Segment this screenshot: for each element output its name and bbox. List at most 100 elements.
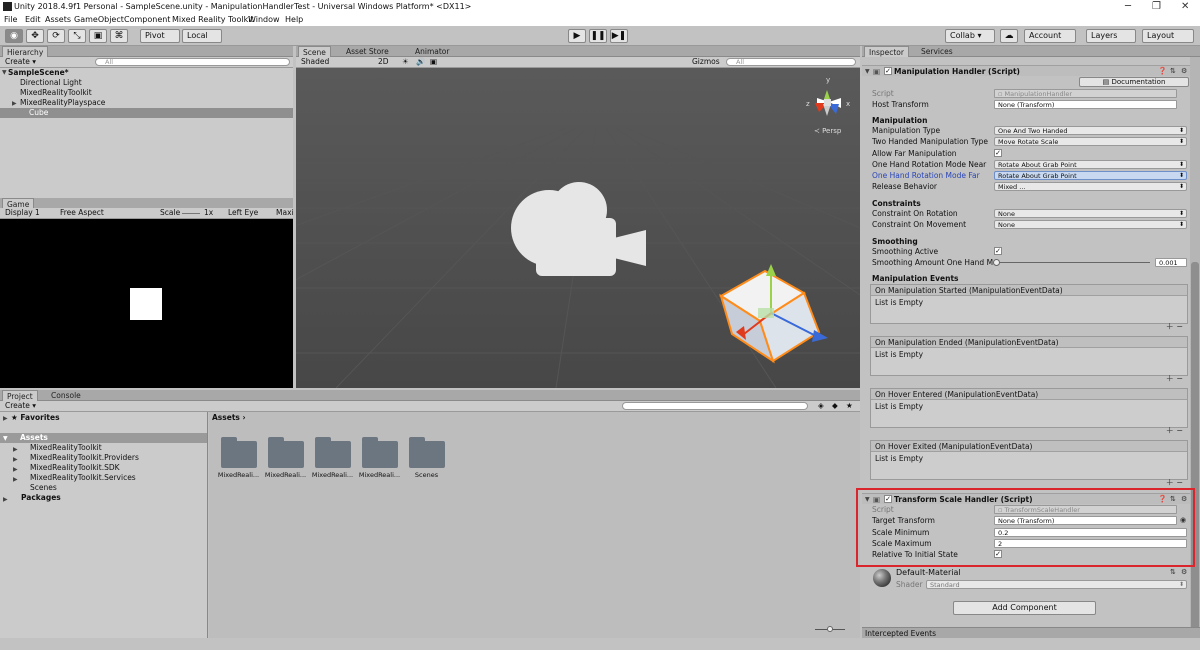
two-handed-type-dropdown[interactable]: Move Rotate Scale [994, 137, 1187, 146]
local-toggle[interactable]: Local [182, 29, 222, 43]
expand-icon[interactable]: ▶ [13, 456, 18, 463]
folder-mrtk-sdk[interactable]: MixedRealityToolkit.SDK [30, 463, 120, 473]
menu-window[interactable]: Window [248, 15, 280, 24]
expand-icon[interactable]: ▶ [12, 100, 17, 107]
left-eye-dropdown[interactable]: Left Eye [228, 208, 258, 218]
release-behavior-dropdown[interactable]: Mixed ... [994, 182, 1187, 191]
manipulation-handler-header[interactable]: ▼ ▣ ✓ Manipulation Handler (Script) ❓ ⇅ … [862, 65, 1190, 76]
menu-component[interactable]: Component [124, 15, 170, 24]
menu-file[interactable]: File [4, 15, 17, 24]
view-tool-icon[interactable]: ◉ [5, 29, 23, 43]
add-remove-icons[interactable]: ＋ − [1166, 321, 1183, 332]
maximize-button[interactable]: ❐ [1152, 1, 1161, 12]
transform-tool-icon[interactable]: ⌘ [110, 29, 128, 43]
tab-console[interactable]: Console [47, 390, 85, 401]
preset-icon[interactable]: ⇅ [1170, 67, 1176, 75]
step-button[interactable]: ▶❚ [610, 29, 628, 43]
folder-mrtk-providers[interactable]: MixedRealityToolkit.Providers [30, 453, 139, 463]
expand-icon[interactable]: ▼ [3, 435, 8, 442]
hierarchy-item-directional-light[interactable]: Directional Light [20, 78, 82, 88]
pivot-toggle[interactable]: Pivot [140, 29, 180, 43]
icon-size-slider-thumb[interactable] [827, 626, 833, 632]
rect-tool-icon[interactable]: ▣ [89, 29, 107, 43]
smoothing-amount-field[interactable]: 0.001 [1155, 258, 1187, 267]
hierarchy-search-input[interactable]: All [95, 58, 290, 66]
add-component-button[interactable]: Add Component [953, 601, 1096, 615]
expand-icon[interactable]: ▼ [2, 68, 7, 78]
allow-far-checkbox[interactable]: ✓ [994, 149, 1002, 157]
scale-tool-icon[interactable]: ⤡ [68, 29, 86, 43]
smoothing-amount-slider[interactable] [996, 262, 1150, 263]
assets-folder[interactable]: Assets [0, 433, 207, 443]
project-search-input[interactable] [622, 402, 808, 410]
manipulation-type-dropdown[interactable]: One And Two Handed [994, 126, 1187, 135]
project-create-button[interactable]: Create ▾ [5, 401, 36, 411]
favorites-folder[interactable]: ★ Favorites [11, 413, 60, 423]
layout-dropdown[interactable]: Layout [1142, 29, 1194, 43]
constraint-rotation-dropdown[interactable]: None [994, 209, 1187, 218]
collab-button[interactable]: Collab ▾ [945, 29, 995, 43]
documentation-button[interactable]: ▤ Documentation [1079, 77, 1189, 87]
tab-scene[interactable]: Scene [298, 46, 331, 57]
2d-toggle[interactable]: 2D [378, 57, 389, 67]
constraint-movement-dropdown[interactable]: None [994, 220, 1187, 229]
lighting-icon[interactable]: ☀ [402, 57, 409, 67]
add-remove-icons[interactable]: ＋ − [1166, 425, 1183, 436]
gear-icon[interactable]: ⚙ [1181, 568, 1187, 576]
preset-icon[interactable]: ⇅ [1170, 568, 1176, 576]
breadcrumb[interactable]: Assets › [212, 413, 246, 423]
shading-dropdown[interactable]: Shaded [301, 57, 329, 67]
filter-type-icon[interactable]: ◈ [818, 401, 824, 411]
hierarchy-create-button[interactable]: Create ▾ [5, 57, 36, 67]
menu-mixed-reality-toolkit[interactable]: Mixed Reality Toolkit [172, 15, 254, 24]
game-view[interactable] [0, 219, 293, 388]
hierarchy-item-mrtk[interactable]: MixedRealityToolkit [20, 88, 92, 98]
rotation-near-dropdown[interactable]: Rotate About Grab Point [994, 160, 1187, 169]
asset-tile[interactable]: MixedReali... [310, 437, 355, 479]
asset-tile[interactable]: MixedReali... [357, 437, 402, 479]
host-transform-field[interactable]: None (Transform) [994, 100, 1177, 109]
scale-slider[interactable] [182, 213, 200, 214]
expand-icon[interactable]: ▶ [13, 466, 18, 473]
hierarchy-item-playspace[interactable]: MixedRealityPlayspace [20, 98, 105, 108]
menu-edit[interactable]: Edit [25, 15, 41, 24]
expand-icon[interactable]: ▶ [3, 496, 8, 503]
intercepted-events-bar[interactable]: Intercepted Events [862, 627, 1200, 638]
pause-button[interactable]: ❚❚ [589, 29, 607, 43]
help-icon[interactable]: ❓ [1158, 67, 1167, 75]
gizmos-dropdown[interactable]: Gizmos [692, 57, 720, 67]
filter-label-icon[interactable]: ◆ [832, 401, 838, 411]
add-remove-icons[interactable]: ＋ − [1166, 373, 1183, 384]
tab-animator[interactable]: Animator [411, 46, 453, 57]
tab-project[interactable]: Project [2, 390, 38, 401]
folder-mrtk-services[interactable]: MixedRealityToolkit.Services [30, 473, 136, 483]
shader-dropdown[interactable]: Standard [926, 580, 1187, 589]
rotate-tool-icon[interactable]: ⟳ [47, 29, 65, 43]
minimize-button[interactable]: ─ [1125, 1, 1131, 12]
cloud-icon[interactable]: ☁ [1000, 29, 1018, 43]
scene-view[interactable]: y z x ≺ Persp [296, 68, 860, 388]
display-dropdown[interactable]: Display 1 [5, 208, 40, 218]
scene-search-input[interactable]: All [726, 58, 856, 66]
expand-icon[interactable]: ▶ [3, 415, 8, 422]
play-button[interactable]: ▶ [568, 29, 586, 43]
tab-asset-store[interactable]: Asset Store [342, 46, 393, 57]
tab-inspector[interactable]: Inspector [864, 46, 909, 57]
audio-icon[interactable]: 🔊 [416, 57, 425, 67]
smoothing-active-checkbox[interactable]: ✓ [994, 247, 1002, 255]
gear-icon[interactable]: ⚙ [1181, 67, 1187, 75]
rotation-far-dropdown[interactable]: Rotate About Grab Point [994, 171, 1187, 180]
folder-scenes[interactable]: Scenes [30, 483, 57, 493]
hierarchy-item-cube[interactable]: Cube [0, 108, 293, 118]
favorite-star-icon[interactable]: ★ [846, 401, 853, 411]
account-dropdown[interactable]: Account [1024, 29, 1076, 43]
folder-mrtk[interactable]: MixedRealityToolkit [30, 443, 102, 453]
asset-tile[interactable]: MixedReali... [216, 437, 261, 479]
asset-tile[interactable]: Scenes [404, 437, 449, 479]
collapse-icon[interactable]: ▼ [865, 68, 870, 75]
tab-hierarchy[interactable]: Hierarchy [2, 46, 49, 57]
smoothing-slider-thumb[interactable] [993, 259, 1000, 266]
tab-services[interactable]: Services [917, 46, 957, 57]
scene-root[interactable]: ▼ SampleScene* [0, 68, 293, 78]
layers-dropdown[interactable]: Layers [1086, 29, 1136, 43]
